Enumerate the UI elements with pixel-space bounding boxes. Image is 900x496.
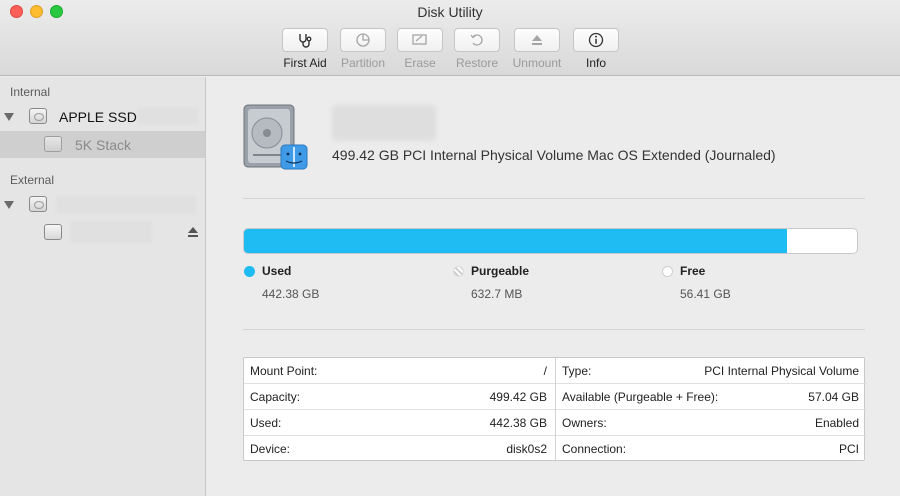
redacted-volume-name [332, 105, 436, 141]
info-icon [588, 32, 604, 48]
eject-icon-bar [188, 235, 198, 237]
window-title: Disk Utility [417, 4, 483, 20]
purgeable-dot [453, 266, 464, 277]
erase-button[interactable]: Erase [390, 28, 450, 70]
unmount-button[interactable]: Unmount [507, 28, 567, 70]
restore-icon [470, 34, 483, 46]
internal-disk-icon [29, 108, 47, 124]
table-row: Used: 442.38 GB [244, 410, 555, 436]
external-volume-icon [44, 224, 62, 240]
hard-drive-icon [243, 104, 308, 170]
table-row: Available (Purgeable + Free): 57.04 GB [556, 384, 867, 410]
table-row: Type: PCI Internal Physical Volume [556, 358, 867, 384]
table-row: Capacity: 499.42 GB [244, 384, 555, 410]
internal-section-header: Internal [10, 85, 51, 99]
redacted-external-disk-name[interactable] [56, 196, 196, 214]
partition-button[interactable]: Partition [333, 28, 393, 70]
eraser-icon [412, 34, 427, 45]
sidebar-item-apple-ssd[interactable]: APPLE SSD [59, 109, 137, 125]
main-panel: 499.42 GB PCI Internal Physical Volume M… [207, 77, 900, 496]
volume-icon [44, 136, 62, 152]
title-bar: Disk Utility First Aid Partition Erase R… [0, 0, 900, 76]
redacted-disk-name [138, 107, 198, 125]
stethoscope-icon [299, 34, 312, 48]
free-dot [662, 266, 673, 277]
volume-description: 499.42 GB PCI Internal Physical Volume M… [332, 147, 776, 163]
eject-icon [532, 35, 542, 45]
restore-button[interactable]: Restore [447, 28, 507, 70]
usage-bar-used [244, 229, 788, 253]
info-button[interactable]: Info [566, 28, 626, 70]
table-row: Owners: Enabled [556, 410, 867, 436]
table-row: Connection: PCI [562, 442, 859, 456]
disclosure-triangle-icon[interactable] [4, 113, 14, 121]
sidebar: Internal APPLE SSD 5K Stack External [0, 77, 206, 496]
external-section-header: External [10, 173, 55, 187]
table-row: Device: disk0s2 [250, 442, 547, 456]
info-table: Mount Point: / Capacity: 499.42 GB Used:… [243, 357, 867, 461]
sidebar-item-label: 5K Stack [75, 137, 132, 153]
divider [243, 198, 865, 199]
external-disk-icon [29, 196, 47, 212]
table-row: Mount Point: / [244, 358, 555, 384]
disclosure-triangle-icon[interactable] [4, 201, 14, 209]
redacted-external-volume-name[interactable] [70, 221, 152, 243]
used-dot [244, 266, 255, 277]
usage-bar [243, 228, 858, 254]
pie-icon [356, 33, 370, 47]
eject-icon[interactable] [188, 227, 198, 233]
sidebar-item-5k-stack[interactable]: 5K Stack [0, 131, 205, 158]
first-aid-button[interactable]: First Aid [275, 28, 335, 70]
divider [243, 329, 865, 330]
